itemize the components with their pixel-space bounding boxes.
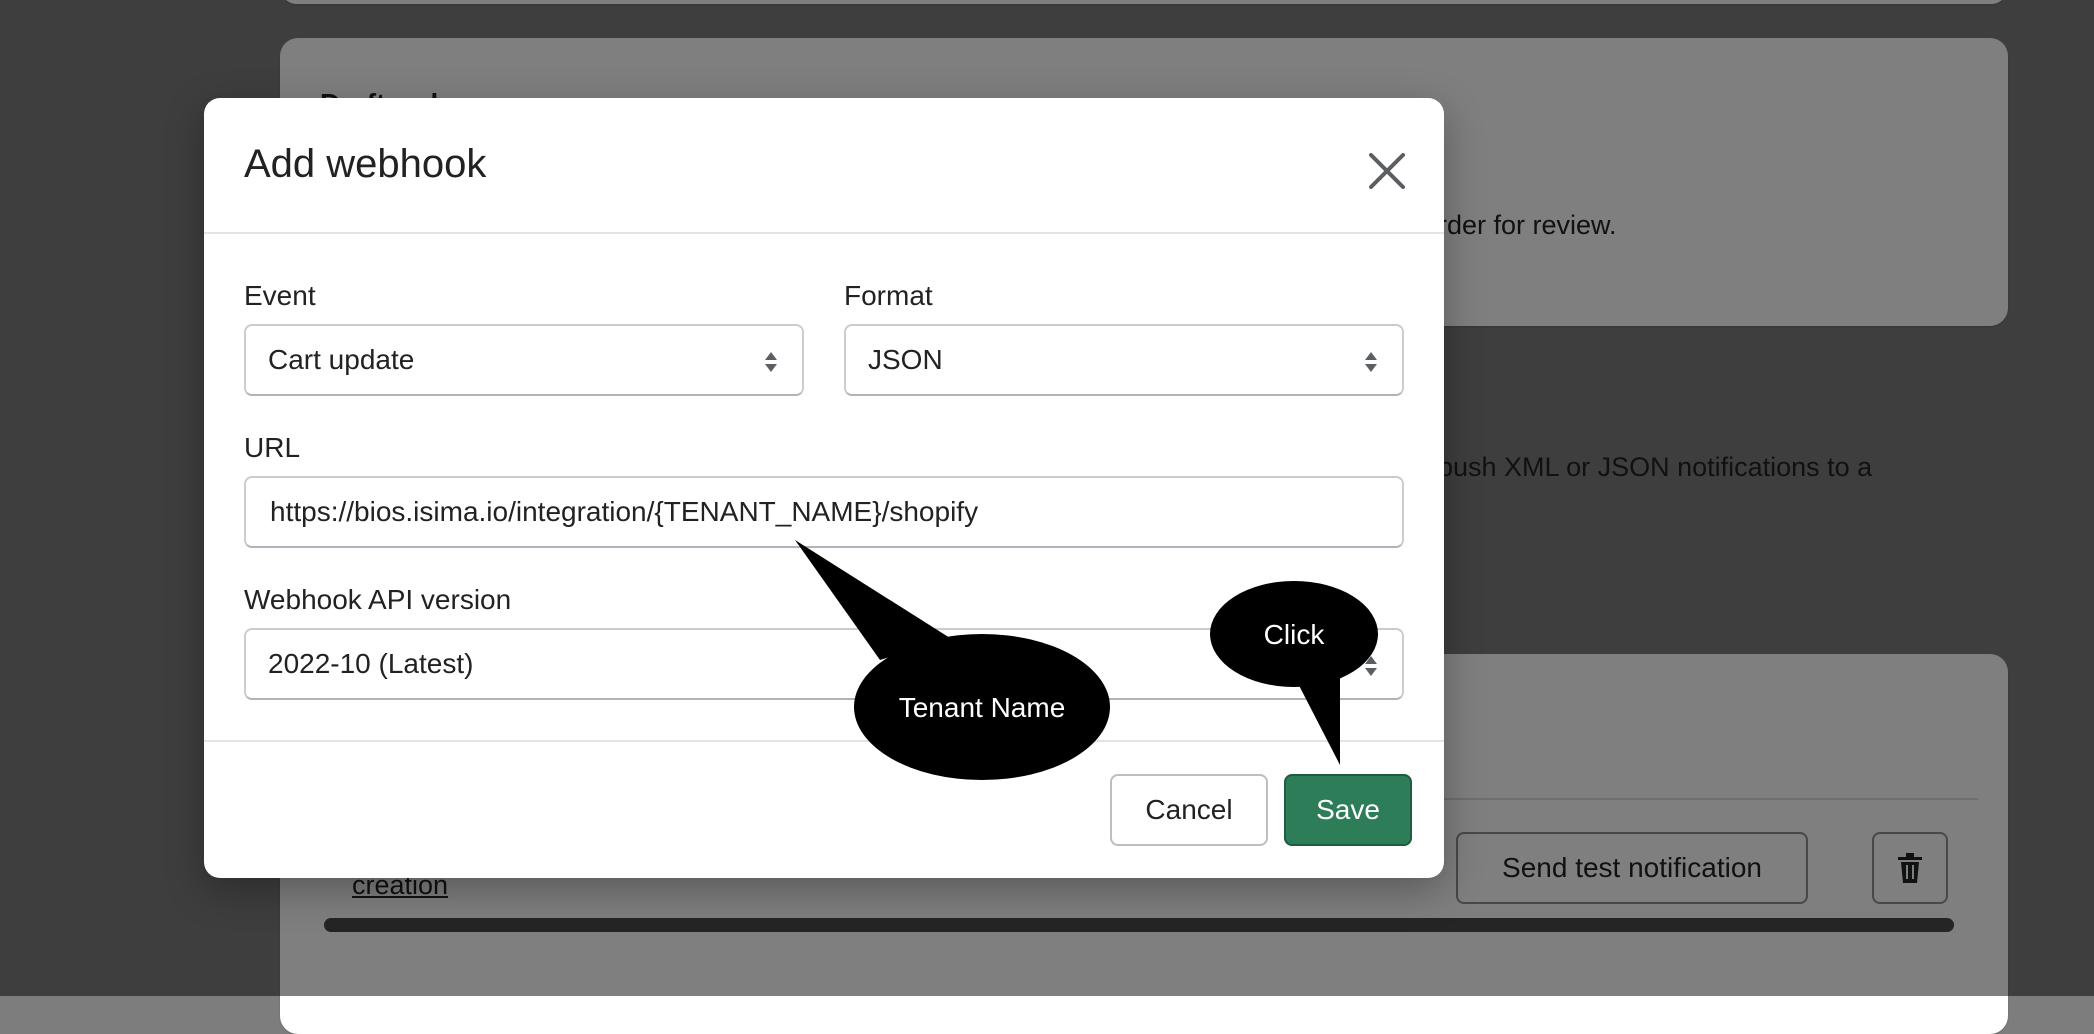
format-select[interactable]: JSON [844,324,1404,396]
event-label: Event [244,280,316,311]
add-webhook-modal: Add webhook Event Cart update Format JSO… [204,98,1444,878]
click-callout-label: Click [1263,619,1325,650]
modal-title: Add webhook [244,142,487,186]
format-label: Format [844,280,933,311]
api-version-select-value: 2022-10 (Latest) [268,648,474,679]
select-arrows-icon [765,352,777,372]
url-input-value: https://bios.isima.io/integration/{TENAN… [270,496,979,527]
modal-footer-divider [204,740,1444,742]
close-icon [1369,153,1405,189]
api-version-label: Webhook API version [244,584,512,615]
close-button[interactable] [1358,142,1416,200]
select-arrows-icon [1365,656,1377,676]
modal-header: Add webhook [204,98,1444,234]
save-button[interactable]: Save [1284,774,1412,846]
select-arrows-icon [1365,352,1377,372]
url-input[interactable]: https://bios.isima.io/integration/{TENAN… [244,476,1404,548]
tenant-name-callout-label: Tenant Name [898,692,1066,723]
format-select-value: JSON [868,344,943,375]
api-version-select[interactable]: 2022-10 (Latest) [244,628,1404,700]
cancel-button[interactable]: Cancel [1110,774,1268,846]
event-select-value: Cart update [268,344,415,375]
event-select[interactable]: Cart update [244,324,804,396]
url-label: URL [244,432,301,463]
